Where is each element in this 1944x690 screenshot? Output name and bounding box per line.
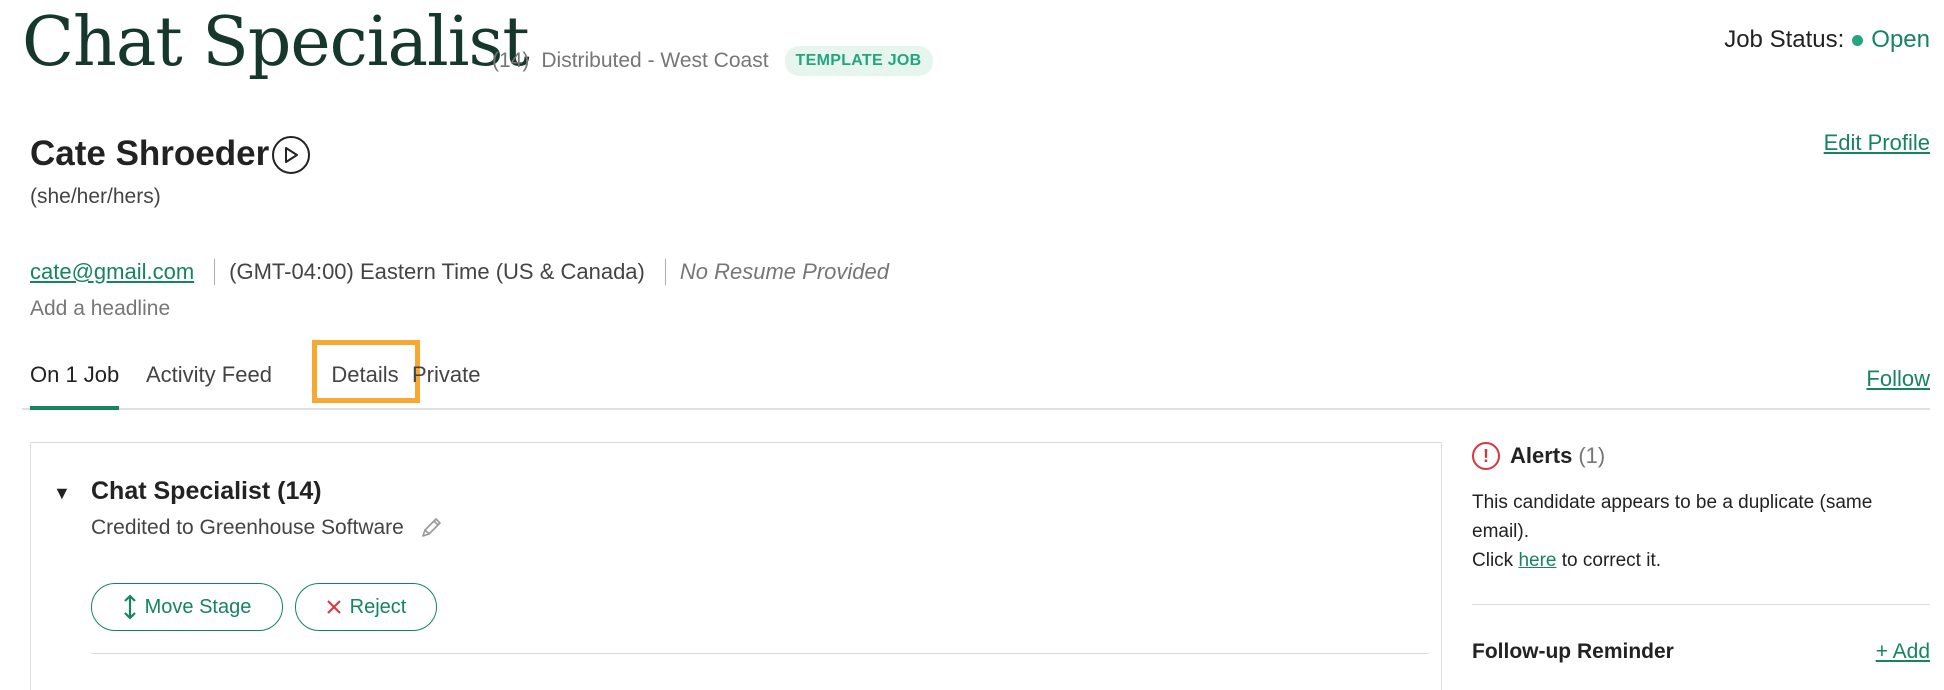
follow-up-reminder-label: Follow-up Reminder [1472,640,1674,663]
job-title: Chat Specialist [22,3,530,82]
move-stage-button[interactable]: Move Stage [91,583,283,631]
candidate-timezone: (GMT-04:00) Eastern Time (US & Canada) [229,259,645,284]
candidate-email-link[interactable]: cate@gmail.com [30,259,194,285]
alerts-header: ! Alerts (1) [1472,442,1605,470]
tab-private[interactable]: Private [412,340,480,408]
collapse-toggle-icon[interactable]: ▼ [53,483,71,504]
alert-click-text: Click [1472,550,1514,571]
credited-to-text: Credited to Greenhouse Software [91,516,404,539]
reject-label: Reject [349,595,407,618]
tab-on-1-job[interactable]: On 1 Job [30,340,120,410]
move-stage-label: Move Stage [144,595,252,618]
divider [214,259,216,285]
alert-fix-link[interactable]: here [1518,550,1556,571]
application-job-title: Chat Specialist (14) [91,477,322,505]
divider [664,259,666,285]
alerts-label: Alerts [1510,443,1573,468]
move-arrows-icon [123,594,137,620]
alert-icon: ! [1472,442,1500,470]
template-job-badge: TEMPLATE JOB [784,46,933,76]
divider [1472,604,1930,605]
job-location: Distributed - West Coast [541,49,769,72]
reject-button[interactable]: Reject [295,583,437,631]
job-status-label: Job Status: [1724,26,1845,53]
candidate-name: Cate Shroeder [30,134,270,173]
alert-message: This candidate appears to be a duplicate… [1472,488,1912,575]
job-application-panel: ▼ Chat Specialist (14) Credited to Green… [30,442,1442,690]
reject-x-icon [326,599,342,615]
edit-profile-link[interactable]: Edit Profile [1824,130,1930,156]
play-pronunciation-button[interactable] [272,136,310,174]
status-dot-icon [1852,34,1864,46]
pencil-icon[interactable] [418,515,444,541]
add-headline-link[interactable]: Add a headline [30,297,170,321]
job-status-value: Open [1871,26,1930,53]
contact-row: cate@gmail.com (GMT-04:00) Eastern Time … [30,259,889,285]
follow-link[interactable]: Follow [1866,366,1930,392]
credited-to: Credited to Greenhouse Software [91,515,444,541]
tab-activity-feed[interactable]: Activity Feed [146,340,272,408]
alert-duplicate-text: This candidate appears to be a duplicate… [1472,492,1873,542]
candidate-pronouns: (she/her/hers) [30,185,161,208]
job-meta: (14) Distributed - West Coast TEMPLATE J… [492,46,933,76]
add-follow-up-reminder-link[interactable]: + Add [1876,640,1930,664]
resume-status: No Resume Provided [679,259,889,284]
alert-correct-text: to correct it. [1561,550,1662,571]
candidate-tabs: On 1 Job Activity Feed Details Private F… [22,340,1930,410]
play-icon [285,147,298,163]
job-status: Job Status: Open [1724,26,1930,54]
job-candidate-count: (14) [492,49,530,72]
alerts-count: (1) [1578,443,1606,468]
tab-details[interactable]: Details [311,340,419,408]
divider [91,653,1429,654]
